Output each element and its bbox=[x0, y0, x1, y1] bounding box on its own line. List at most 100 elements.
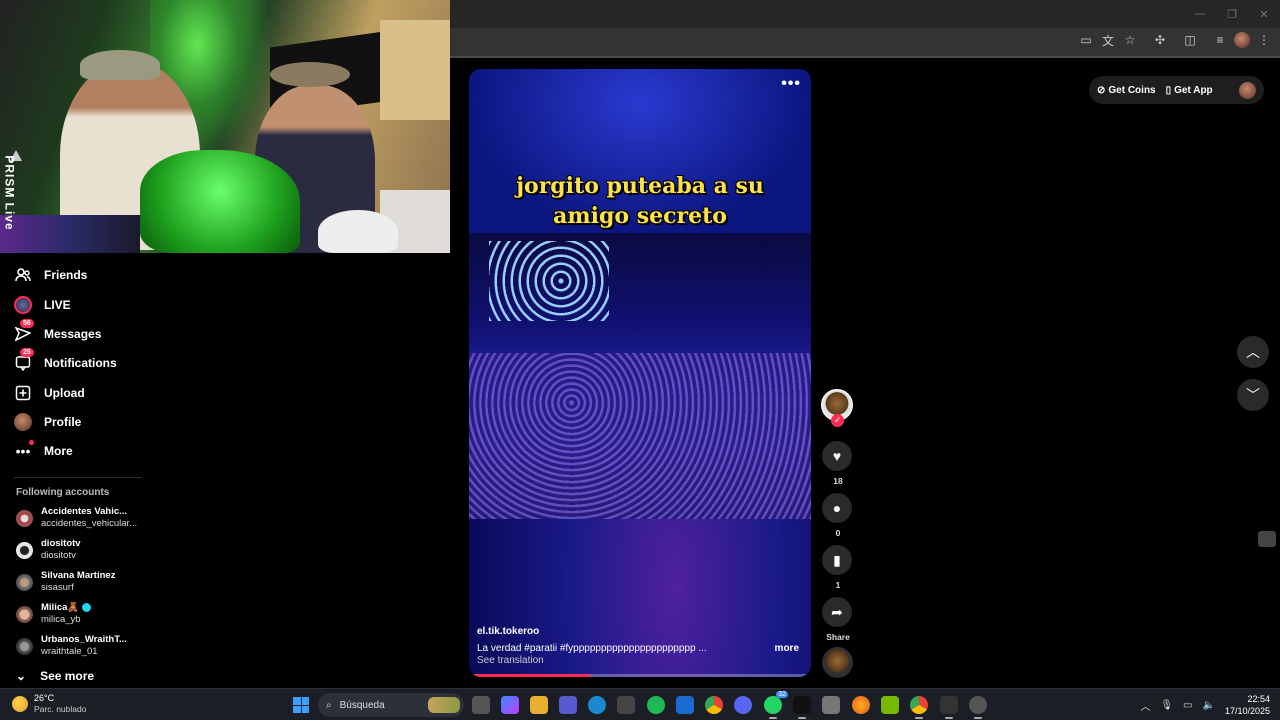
following-account[interactable]: diositotv diositotv bbox=[16, 537, 81, 563]
comment-count: 0 bbox=[835, 528, 841, 538]
tiktok-icon[interactable] bbox=[793, 696, 811, 719]
like-count: 18 bbox=[833, 476, 843, 486]
following-account[interactable]: Milica🧸 milica_yb bbox=[16, 601, 92, 627]
sidebar-item-messages[interactable]: 56 Messages bbox=[14, 319, 101, 346]
weather-widget[interactable]: 26°C Parc. nublado bbox=[12, 693, 86, 715]
cast-icon[interactable]: ▭ bbox=[1078, 32, 1094, 48]
live-icon bbox=[14, 296, 32, 314]
spotify-icon[interactable] bbox=[647, 696, 665, 714]
copilot-icon[interactable] bbox=[501, 696, 519, 714]
video-progress-bar[interactable] bbox=[473, 674, 807, 677]
get-app-button[interactable]: ▯ Get App bbox=[1166, 85, 1213, 96]
minimize-button[interactable]: — bbox=[1184, 0, 1216, 28]
following-account[interactable]: Accidentes Vahic... accidentes_vehicular… bbox=[16, 505, 137, 531]
previous-video-button[interactable]: ︿ bbox=[1237, 336, 1269, 368]
weather-icon bbox=[12, 696, 28, 712]
store-icon[interactable] bbox=[617, 696, 635, 714]
chrome-icon[interactable] bbox=[910, 696, 928, 719]
profile-avatar[interactable] bbox=[1234, 32, 1250, 48]
app-icon[interactable] bbox=[676, 696, 694, 714]
chevron-up-icon: ︿ bbox=[1246, 344, 1260, 360]
star-icon[interactable]: ☆ bbox=[1122, 32, 1138, 48]
discord-icon[interactable] bbox=[734, 696, 752, 714]
search-highlight-image bbox=[428, 697, 460, 713]
sidebar-item-notifications[interactable]: 25 Notifications bbox=[14, 348, 117, 375]
following-account[interactable]: Urbanos_WraithT... wraithtale_01 bbox=[16, 633, 127, 659]
messages-badge: 56 bbox=[20, 319, 34, 328]
phone-icon: ▯ bbox=[1165, 84, 1172, 96]
notifications-badge: 25 bbox=[20, 348, 34, 357]
search-icon: ⌕ bbox=[326, 699, 332, 711]
video-frame bbox=[469, 233, 811, 519]
browser-toolbar: ▭ 文 ☆ ✣ ◫ ≡ ⋮ bbox=[450, 28, 1280, 56]
chrome-icon[interactable] bbox=[705, 696, 723, 714]
sidebar-item-friends[interactable]: Friends bbox=[14, 263, 87, 287]
volume-icon[interactable]: 🔈 bbox=[1203, 700, 1215, 711]
menu-icon[interactable]: ⋮ bbox=[1256, 32, 1272, 48]
follow-icon[interactable]: ✓ bbox=[831, 414, 844, 427]
video-description: La verdad #paratii #fypppppppppppppppppp… bbox=[477, 643, 707, 654]
network-icon[interactable]: ▭ bbox=[1183, 700, 1192, 711]
extensions-icon[interactable]: ✣ bbox=[1152, 32, 1168, 48]
translate-icon[interactable]: 文 bbox=[1100, 32, 1116, 48]
video-author[interactable]: el.tik.tokeroo bbox=[477, 626, 539, 637]
chevron-up-icon[interactable]: ︿ bbox=[1140, 698, 1150, 713]
sidepanel-icon[interactable]: ◫ bbox=[1182, 32, 1198, 48]
edge-icon[interactable] bbox=[588, 696, 606, 714]
chevron-down-icon: ⌄ bbox=[16, 669, 27, 683]
creator-avatar[interactable]: ✓ bbox=[821, 389, 853, 427]
chevron-down-icon: ﹀ bbox=[1246, 387, 1260, 403]
taskbar-search[interactable]: ⌕ Búsqueda bbox=[318, 693, 464, 717]
whatsapp-badge: 32 bbox=[776, 691, 788, 698]
prism-icon[interactable] bbox=[940, 696, 958, 719]
user-avatar[interactable] bbox=[1239, 81, 1256, 99]
file-explorer-icon[interactable] bbox=[530, 696, 548, 714]
following-account[interactable]: Silvana Martinez sisasurf bbox=[16, 569, 115, 595]
task-view-icon[interactable] bbox=[472, 696, 490, 714]
heart-icon: ♥ bbox=[832, 448, 842, 464]
video-options-icon[interactable]: ••• bbox=[781, 75, 801, 93]
next-video-button[interactable]: ﹀ bbox=[1237, 379, 1269, 411]
close-button[interactable]: ✕ bbox=[1248, 0, 1280, 28]
nvidia-icon[interactable] bbox=[881, 696, 899, 714]
sidebar-item-live[interactable]: LIVE bbox=[14, 293, 71, 317]
profile-avatar bbox=[14, 413, 32, 431]
share-icon: ➦ bbox=[831, 603, 843, 620]
bookmark-icon: ▮ bbox=[833, 551, 841, 568]
friends-icon bbox=[14, 266, 32, 284]
verified-icon bbox=[82, 602, 92, 612]
save-count: 1 bbox=[835, 580, 841, 590]
video-player[interactable]: jorgito puteaba a su amigo secreto ••• e… bbox=[469, 69, 811, 677]
firefox-icon[interactable] bbox=[852, 696, 870, 714]
save-button[interactable]: ▮ bbox=[822, 545, 852, 575]
side-panel-tab[interactable] bbox=[1258, 531, 1276, 547]
clock[interactable]: 22:54 17/10/2025 bbox=[1225, 693, 1270, 717]
start-button[interactable] bbox=[293, 697, 309, 713]
obs-icon[interactable] bbox=[969, 696, 987, 719]
see-translation-link[interactable]: See translation bbox=[477, 655, 544, 666]
share-button[interactable]: ➦ bbox=[822, 597, 852, 627]
video-overlay-title: jorgito puteaba a su amigo secreto bbox=[516, 173, 764, 229]
like-button[interactable]: ♥ bbox=[822, 441, 852, 471]
teams-icon[interactable] bbox=[559, 696, 577, 714]
sidebar: Friends LIVE 56 Messages 25 Notification… bbox=[0, 253, 150, 688]
maximize-button[interactable]: ❐ bbox=[1216, 0, 1248, 28]
sidebar-item-profile[interactable]: Profile bbox=[14, 410, 81, 434]
media-icon[interactable]: ≡ bbox=[1212, 32, 1228, 48]
toolbar-divider bbox=[450, 56, 1280, 58]
account-avatar bbox=[16, 509, 33, 527]
whatsapp-icon[interactable]: 32 bbox=[764, 691, 788, 719]
comment-button[interactable]: ● bbox=[822, 493, 852, 523]
description-more-button[interactable]: more bbox=[775, 643, 799, 654]
sidebar-item-more[interactable]: ••• More bbox=[14, 439, 73, 463]
music-disc-icon[interactable] bbox=[822, 647, 853, 678]
sidebar-item-upload[interactable]: Upload bbox=[14, 381, 85, 405]
get-coins-button[interactable]: ⊘ Get Coins bbox=[1097, 85, 1156, 96]
app-icon[interactable] bbox=[822, 696, 840, 714]
messages-icon: 56 bbox=[14, 319, 34, 343]
microphone-icon[interactable]: 🎙 bbox=[1160, 700, 1173, 711]
see-more-button[interactable]: ⌄ See more bbox=[16, 669, 94, 683]
notifications-icon: 25 bbox=[14, 348, 34, 372]
sidebar-divider bbox=[14, 477, 142, 478]
prism-live-watermark: PRISM Live bbox=[3, 150, 26, 245]
